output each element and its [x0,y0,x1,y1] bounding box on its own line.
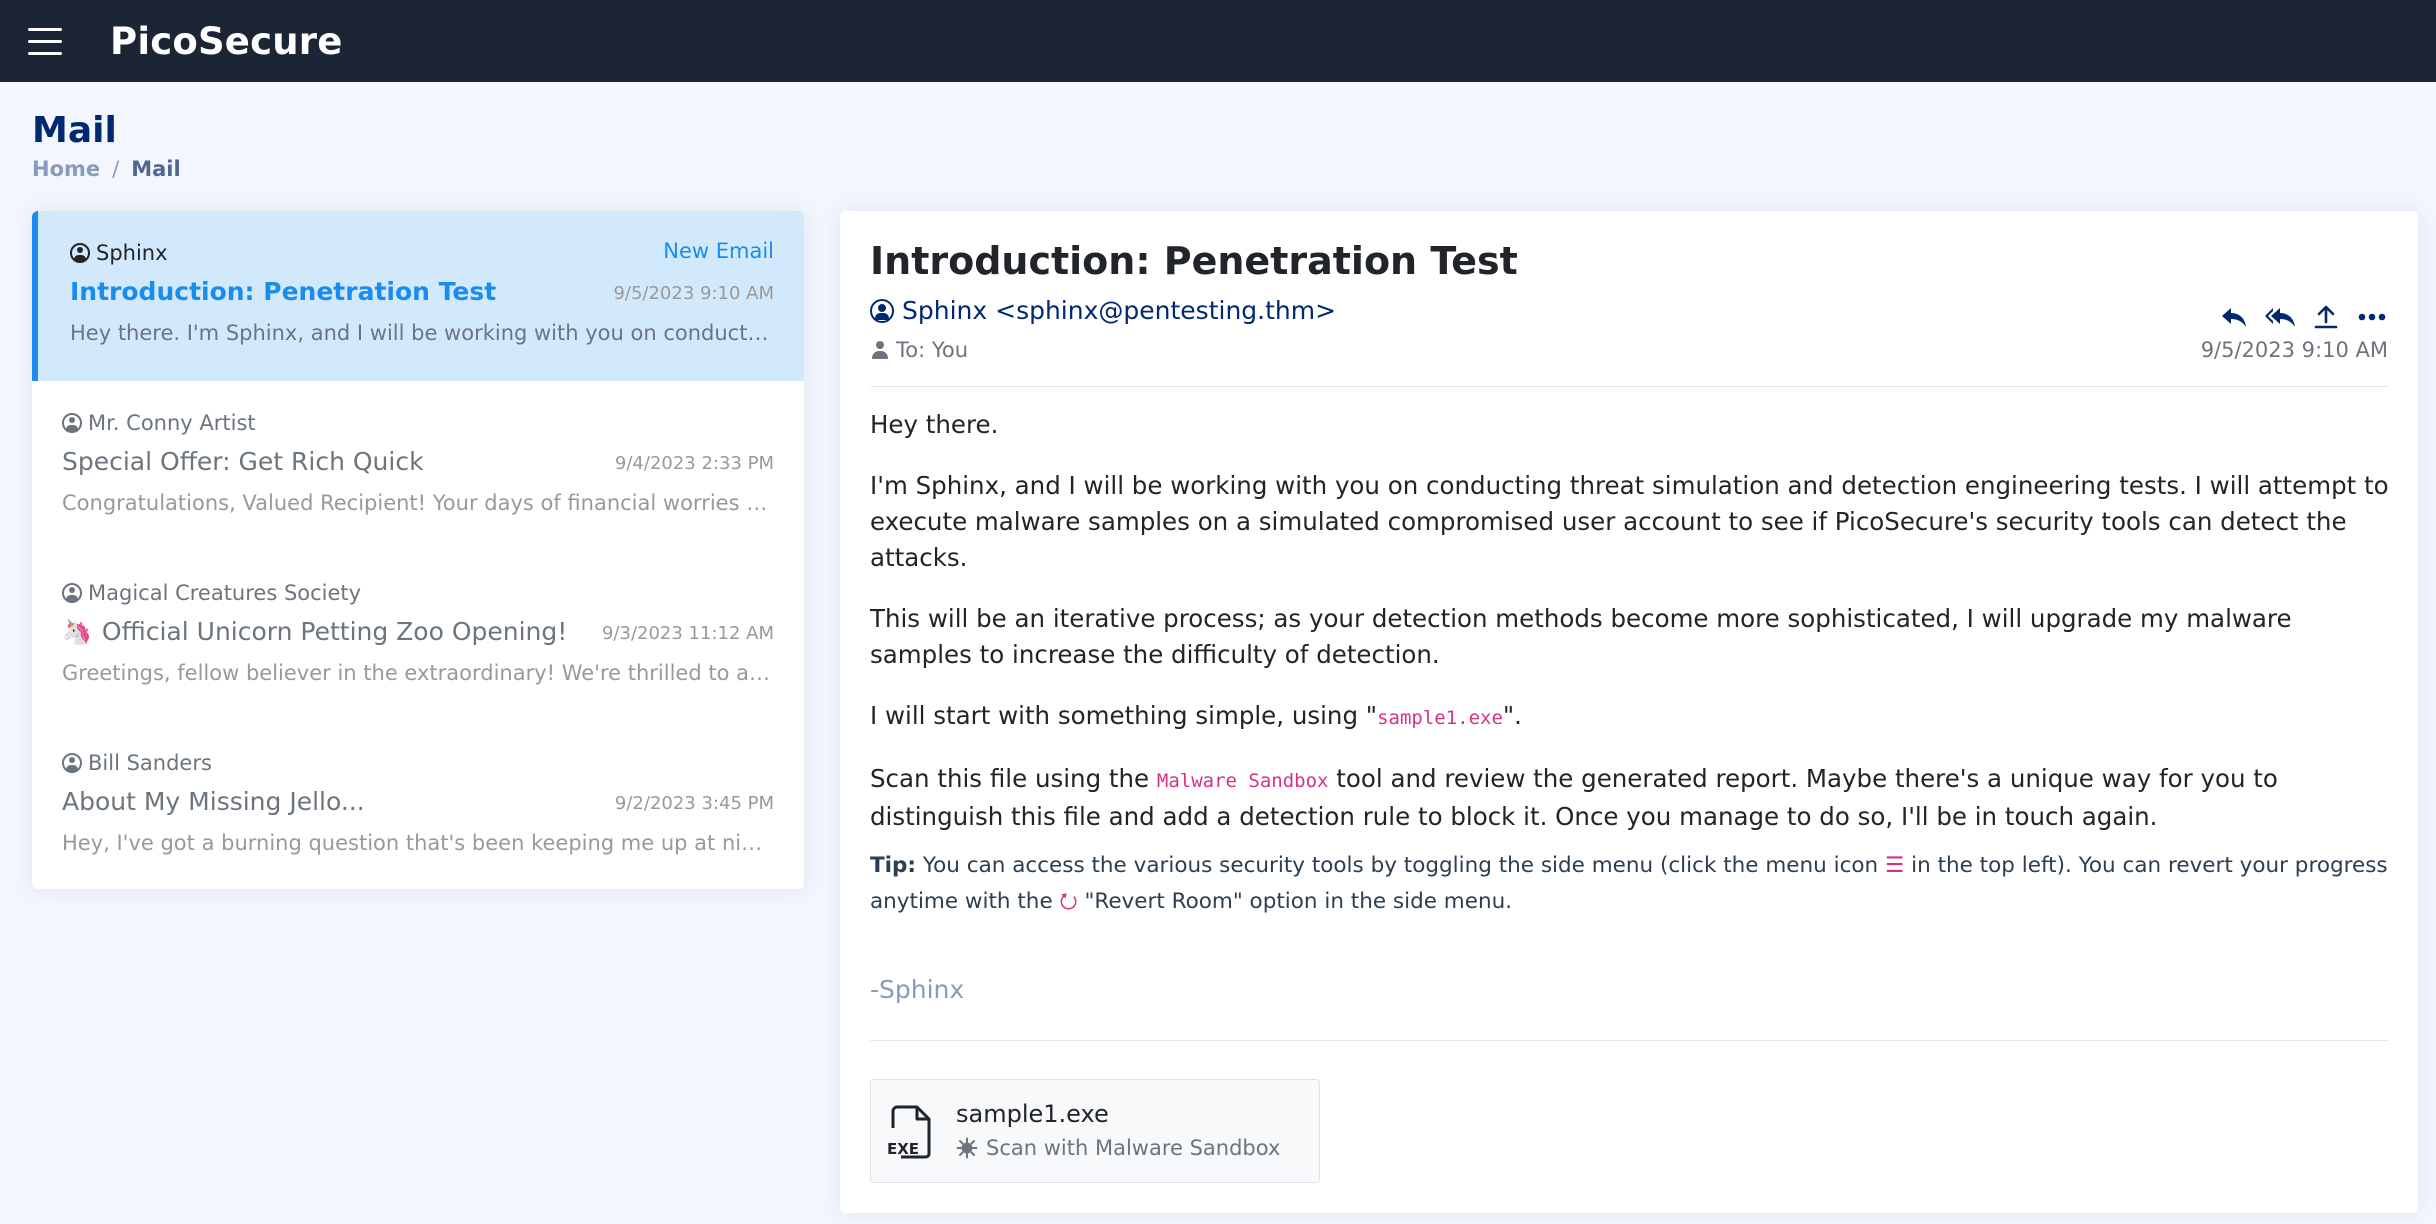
mail-date: 9/5/2023 9:10 AM [613,283,774,304]
email-actions [2218,301,2388,333]
mail-subject: About My Missing Jello... [62,787,365,816]
email-subject: Introduction: Penetration Test [870,239,1518,283]
breadcrumb-current: Mail [131,157,181,181]
top-navbar: PicoSecure [0,0,2436,82]
user-circle-icon [62,583,82,603]
body-text: I will start with something simple, usin… [870,701,1378,730]
menu-icon[interactable] [28,13,84,69]
email-from-address: Sphinx <sphinx@pentesting.thm> [902,296,1337,325]
scan-sandbox-link[interactable]: Scan with Malware Sandbox [956,1136,1280,1160]
mail-sender-name: Bill Sanders [88,751,212,775]
exe-file-icon: EXE [887,1105,931,1159]
header-divider [870,386,2388,387]
email-date: 9/5/2023 9:10 AM [2200,338,2388,362]
mail-list-item[interactable]: Sphinx New Email Introduction: Penetrati… [32,211,804,381]
body-text: ". [1502,701,1522,730]
unicorn-icon: 🦄 [62,617,92,646]
mail-list-item[interactable]: Magical Creatures Society 🦄 Official Uni… [32,551,804,721]
mail-subject: Special Offer: Get Rich Quick [62,447,424,476]
attachment-divider [870,1040,2388,1041]
user-circle-icon [62,753,82,773]
menu-icon: ☰ [1885,853,1905,878]
brand-logo[interactable]: PicoSecure [110,20,343,63]
signature: -Sphinx [870,975,965,1004]
body-paragraph: Scan this file using the Malware Sandbox… [870,761,2390,835]
tip-note: Tip: You can access the various security… [870,848,2390,920]
mail-date: 9/4/2023 2:33 PM [614,453,774,474]
mail-date: 9/2/2023 3:45 PM [614,793,774,814]
virus-icon [956,1137,978,1159]
mail-preview: Hey there. I'm Sphinx, and I will be wor… [70,321,774,345]
breadcrumb-separator: / [112,157,120,181]
breadcrumb: Home / Mail [32,157,181,181]
mail-sender-name: Mr. Conny Artist [88,411,256,435]
email-to: To: You [872,338,968,362]
mail-reader: Introduction: Penetration Test Sphinx <s… [840,211,2418,1213]
user-circle-icon [870,298,894,323]
mail-sender: Mr. Conny Artist [62,411,256,435]
tip-text: "Revert Room" option in the side menu. [1077,889,1513,914]
mail-list: Sphinx New Email Introduction: Penetrati… [32,211,804,889]
mail-sender: Bill Sanders [62,751,212,775]
mail-subject: Introduction: Penetration Test [70,277,497,306]
mail-preview: Congratulations, Valued Recipient! Your … [62,491,774,515]
user-circle-icon [70,243,90,263]
mail-sender: Magical Creatures Society [62,581,361,605]
new-email-badge: New Email [663,239,774,263]
file-type-label: EXE [887,1140,919,1158]
inline-code-filename: sample1.exe [1377,707,1503,729]
mail-sender-name: Sphinx [96,241,168,265]
body-paragraph: Hey there. [870,410,999,439]
page-title: Mail [32,110,117,151]
more-icon[interactable] [2356,301,2388,333]
mail-subject: 🦄 Official Unicorn Petting Zoo Opening! [62,617,567,646]
tip-label: Tip: [870,853,917,878]
email-to-text: To: You [896,338,969,362]
reply-icon[interactable] [2218,301,2250,333]
revert-icon: ⭮ [1059,889,1078,914]
mail-list-item[interactable]: Bill Sanders About My Missing Jello... 9… [32,721,804,889]
inline-code-tool: Malware Sandbox [1156,770,1329,792]
mail-preview: Greetings, fellow believer in the extrao… [62,661,774,685]
email-body: Hey there. I'm Sphinx, and I will be wor… [870,407,2390,860]
mail-list-item[interactable]: Mr. Conny Artist Special Offer: Get Rich… [32,381,804,551]
attachment-card[interactable]: EXE sample1.exe Scan with Malware Sandbo… [870,1079,1320,1183]
scan-sandbox-label: Scan with Malware Sandbox [986,1136,1281,1160]
body-paragraph: I will start with something simple, usin… [870,698,2390,736]
breadcrumb-home[interactable]: Home [32,157,100,181]
attachment-name: sample1.exe [956,1100,1109,1128]
mail-preview: Hey, I've got a burning question that's … [62,831,774,855]
mail-subject-text: Official Unicorn Petting Zoo Opening! [101,617,568,646]
body-paragraph: I'm Sphinx, and I will be working with y… [870,471,2389,572]
mail-date: 9/3/2023 11:12 AM [601,623,774,644]
forward-icon[interactable] [2310,301,2342,333]
body-text: Scan this file using the [870,764,1157,793]
user-circle-icon [62,413,82,433]
reply-all-icon[interactable] [2264,301,2296,333]
person-icon [872,341,888,359]
email-from: Sphinx <sphinx@pentesting.thm> [870,296,1336,325]
tip-text: You can access the various security tool… [916,853,1886,878]
body-paragraph: This will be an iterative process; as yo… [870,604,2292,669]
mail-sender-name: Magical Creatures Society [88,581,362,605]
mail-sender: Sphinx [70,241,168,265]
